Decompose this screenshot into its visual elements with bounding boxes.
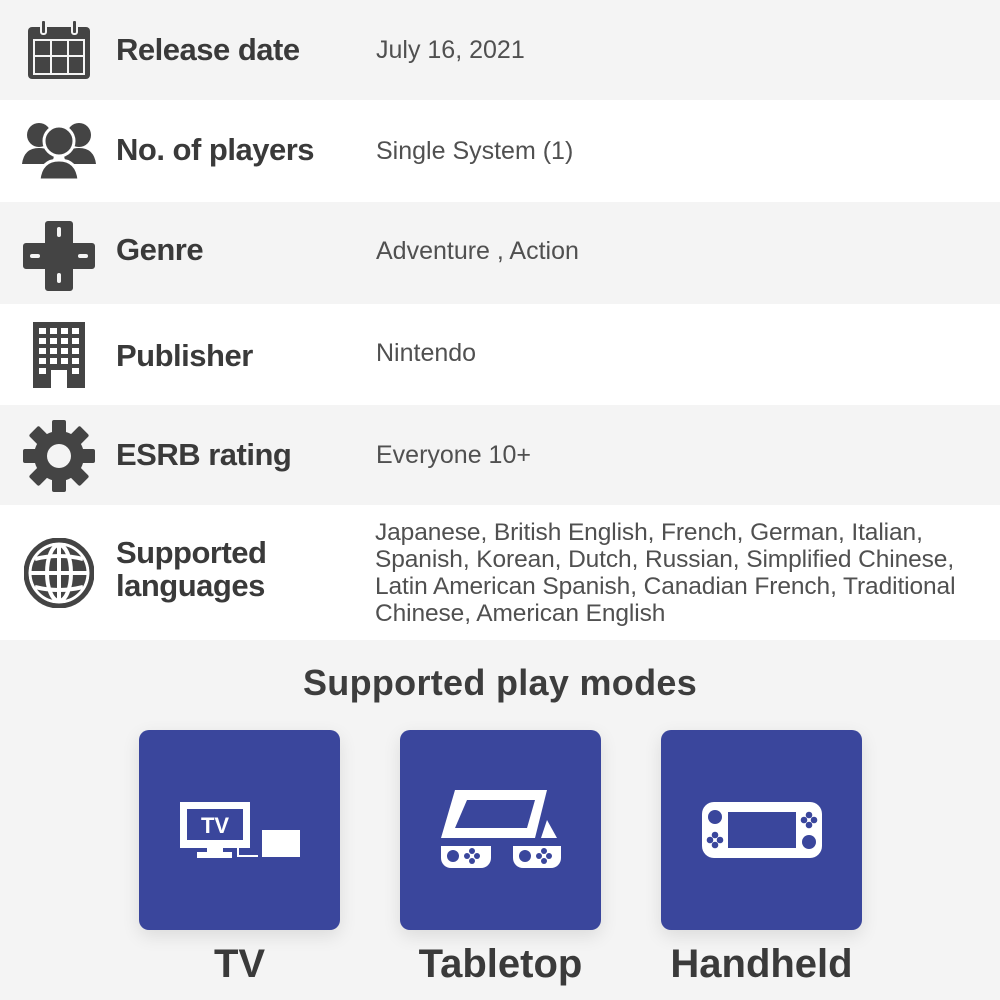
publisher-value: Nintendo <box>376 339 477 367</box>
detail-label: Publisher <box>116 338 253 373</box>
genre-value: Adventure , Action <box>376 237 579 265</box>
detail-row-esrb: ESRB rating Everyone 10+ <box>0 405 1000 505</box>
gear-icon <box>22 419 96 493</box>
detail-row-release-date: Release date July 16, 2021 <box>0 0 1000 100</box>
languages-value: Japanese, British English, French, Germa… <box>375 519 956 627</box>
play-mode-label: Handheld <box>670 942 853 986</box>
play-mode-label: Tabletop <box>418 942 583 986</box>
play-mode-tabletop: Tabletop <box>400 730 601 987</box>
detail-row-players: No. of players Single System (1) <box>0 100 1000 202</box>
dpad-icon <box>22 219 96 291</box>
detail-label-line2: languages <box>116 568 265 603</box>
detail-label: ESRB rating <box>116 437 292 472</box>
detail-label: Release date <box>116 32 300 67</box>
detail-label: Supported languages <box>116 536 267 602</box>
tabletop-mode-tile <box>400 730 601 930</box>
detail-row-genre: Genre Adventure , Action <box>0 202 1000 304</box>
detail-row-languages: Supported languages Japanese, British En… <box>0 505 1000 640</box>
release-date-value: July 16, 2021 <box>376 36 525 64</box>
svg-text:TV: TV <box>200 813 228 838</box>
detail-label: Genre <box>116 232 204 267</box>
players-icon <box>22 122 96 182</box>
play-modes-section: Supported play modes TV TV Tabletop Hand… <box>0 640 1000 1000</box>
play-mode-label: TV <box>213 942 266 986</box>
building-icon <box>22 320 96 390</box>
detail-row-publisher: Publisher Nintendo <box>0 304 1000 405</box>
handheld-mode-tile <box>661 730 862 930</box>
play-mode-tv: TV TV <box>139 730 340 987</box>
tabletop-mode-icon <box>440 790 561 868</box>
esrb-value: Everyone 10+ <box>376 441 531 469</box>
handheld-mode-icon <box>701 802 822 858</box>
play-mode-handheld: Handheld <box>661 730 862 987</box>
tv-mode-tile: TV <box>139 730 340 930</box>
detail-label-line1: Supported <box>116 535 267 570</box>
play-modes-title: Supported play modes <box>302 662 698 703</box>
tv-mode-icon: TV <box>179 802 300 858</box>
detail-label: No. of players <box>116 132 315 167</box>
calendar-icon <box>22 18 96 82</box>
players-value: Single System (1) <box>376 137 574 165</box>
globe-icon <box>22 538 96 608</box>
